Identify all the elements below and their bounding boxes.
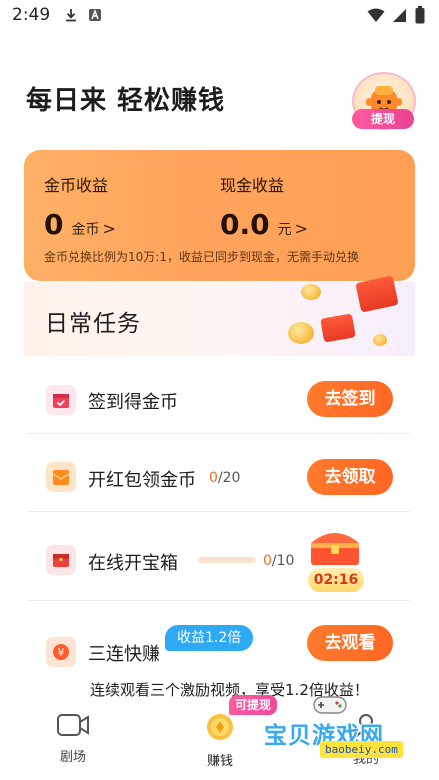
a-box-icon — [89, 9, 102, 21]
task-divider — [28, 433, 410, 434]
signal-icon — [393, 9, 406, 22]
earnings-card: 金币收益 0 金币 > 现金收益 0.0 元 > 金币兑换比例为10万:1，收益… — [24, 150, 415, 281]
cash-earnings-unit: 元 — [277, 222, 292, 238]
task-progress: 0/20 — [209, 470, 240, 486]
yuan-coin-icon: ¥ — [46, 637, 76, 667]
status-bar: 2:49 — [0, 0, 439, 30]
status-right — [367, 6, 425, 24]
task-progress: 0/10 — [263, 553, 294, 569]
task-name-treasure: 在线开宝箱 — [88, 553, 178, 574]
status-time: 2:49 — [12, 5, 51, 25]
chevron-right-icon: > — [294, 219, 309, 238]
video-camera-icon — [57, 714, 89, 736]
watch-button[interactable]: 去观看 — [307, 625, 393, 661]
nav-item-theater[interactable]: 剧场 — [43, 712, 103, 765]
task-divider — [28, 511, 410, 512]
nav-item-earn[interactable]: 赚钱 — [190, 712, 250, 769]
cash-earnings-value: 0.0 — [220, 208, 270, 241]
decorative-coin-icon — [373, 334, 387, 346]
task-name-checkin: 签到得金币 — [88, 392, 178, 413]
withdrawable-pill: 可提现 — [229, 695, 278, 715]
wifi-icon — [367, 8, 385, 22]
chevron-right-icon: > — [102, 219, 116, 238]
battery-icon — [415, 6, 425, 24]
coin-earnings-unit: 金币 — [71, 222, 100, 238]
daily-tasks-title: 日常任务 — [45, 311, 141, 337]
treasure-chest-icon[interactable] — [307, 527, 363, 567]
task-name-red-envelope: 开红包领金币 — [88, 470, 196, 491]
bonus-badge: 收益1.2倍 — [165, 625, 254, 651]
calendar-icon — [46, 385, 76, 415]
nav-label-earn: 赚钱 — [206, 754, 233, 769]
gold-coin-icon — [207, 714, 233, 740]
progress-total: /20 — [217, 470, 241, 486]
treasure-box-icon — [46, 545, 76, 575]
watermark-url: baobeiy.com — [320, 741, 403, 758]
progress-done: 0 — [209, 470, 218, 486]
gamepad-logo — [313, 696, 347, 714]
nav-label-theater: 剧场 — [59, 750, 86, 765]
progress-total: /10 — [271, 553, 295, 569]
treasure-timer: 02:16 — [308, 568, 364, 592]
download-icon — [66, 9, 77, 22]
red-envelope-icon — [46, 462, 76, 492]
svg-text:¥: ¥ — [58, 646, 65, 659]
withdraw-badge[interactable]: 提现 — [352, 109, 414, 129]
treasure-progress-bar — [198, 557, 256, 563]
coin-earnings-label: 金币收益 — [44, 176, 109, 195]
coin-earnings[interactable]: 金币收益 0 金币 > — [44, 172, 116, 241]
progress-done: 0 — [263, 553, 272, 569]
coin-earnings-value: 0 — [44, 208, 64, 241]
task-name-triple: 三连快赚 — [88, 644, 160, 665]
exchange-note: 金币兑换比例为10万:1，收益已同步到现金，无需手动兑换 — [44, 250, 359, 264]
decorative-coin-icon — [288, 322, 314, 344]
page-title: 每日来 轻松赚钱 — [26, 86, 226, 116]
decorative-coin-icon — [301, 284, 321, 300]
cash-earnings[interactable]: 现金收益 0.0 元 > — [220, 172, 308, 241]
task-divider — [28, 600, 410, 601]
checkin-button[interactable]: 去签到 — [307, 381, 393, 417]
cash-earnings-label: 现金收益 — [220, 176, 285, 195]
claim-button[interactable]: 去领取 — [307, 459, 393, 495]
